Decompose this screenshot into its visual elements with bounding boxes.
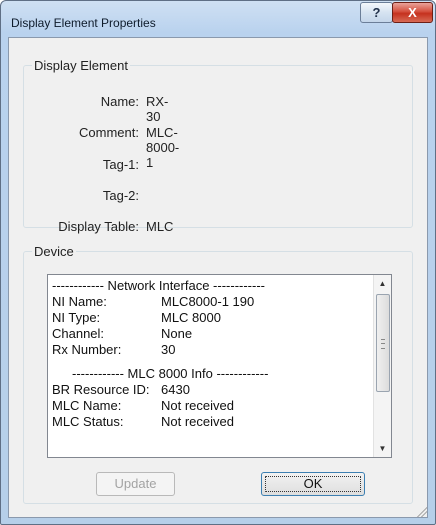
- resize-grip-icon[interactable]: [417, 507, 427, 517]
- rx-number-value: 30: [161, 342, 176, 357]
- scrollbar-thumb[interactable]: [376, 294, 390, 392]
- close-button[interactable]: X: [392, 2, 433, 23]
- channel-key: Channel:: [52, 326, 105, 341]
- dialog-window: Display Element Properties ? X Display E…: [0, 0, 436, 525]
- ni-type-value: MLC 8000: [161, 310, 221, 325]
- vertical-scrollbar[interactable]: ▲ ▼: [373, 275, 391, 457]
- mlc-name-value: Not received: [161, 398, 234, 413]
- tag2-label: Tag-2:: [102, 188, 139, 203]
- display-table-label: Display Table:: [58, 219, 139, 234]
- ni-name-key: NI Name:: [52, 294, 107, 309]
- scroll-down-arrow-icon[interactable]: ▼: [374, 440, 391, 457]
- list-item: NI Name: MLC8000-1 190: [52, 294, 366, 310]
- mlc-name-key: MLC Name:: [52, 398, 122, 413]
- name-label: Name:: [100, 94, 139, 109]
- window-title: Display Element Properties: [11, 16, 156, 30]
- ok-button-label: OK: [303, 476, 323, 491]
- display-element-legend: Display Element: [34, 58, 128, 73]
- list-item: MLC Status: Not received: [52, 414, 366, 430]
- br-resource-id-key: BR Resource ID:: [52, 382, 150, 397]
- update-button[interactable]: Update: [96, 472, 175, 496]
- list-item: BR Resource ID: 6430: [52, 382, 366, 398]
- title-bar[interactable]: Display Element Properties ? X: [1, 1, 435, 37]
- network-interface-header: ------------ Network Interface ---------…: [52, 278, 265, 293]
- help-button[interactable]: ?: [360, 2, 393, 23]
- comment-label: Comment:: [79, 125, 139, 140]
- device-info-lines: ------------ Network Interface ---------…: [52, 278, 366, 430]
- device-info-listbox[interactable]: ------------ Network Interface ---------…: [47, 274, 392, 458]
- device-legend: Device: [34, 244, 74, 259]
- list-item: Channel: None: [52, 326, 366, 342]
- br-resource-id-value: 6430: [161, 382, 190, 397]
- mlc-info-header: ------------ MLC 8000 Info ------------: [72, 366, 269, 381]
- channel-value: None: [161, 326, 193, 341]
- ok-button[interactable]: OK: [261, 472, 365, 496]
- mlc-status-value: Not received: [161, 414, 234, 429]
- rx-number-key: Rx Number:: [52, 342, 122, 357]
- list-item: Rx Number: 30: [52, 342, 366, 358]
- comment-value: MLC-8000-1: [146, 125, 180, 170]
- list-item: NI Type: MLC 8000: [52, 310, 366, 326]
- list-item: MLC Name: Not received: [52, 398, 366, 414]
- tag1-label: Tag-1:: [102, 157, 139, 172]
- scroll-up-arrow-icon[interactable]: ▲: [374, 275, 391, 292]
- name-value: RX-30: [146, 94, 169, 124]
- dialog-client-area: Display Element Name: RX-30 Comment: MLC…: [8, 37, 428, 518]
- close-icon: X: [408, 5, 417, 20]
- grip-icon: [381, 339, 385, 349]
- help-icon: ?: [372, 5, 381, 20]
- ni-name-value: MLC8000-1 190: [161, 294, 255, 309]
- mlc-status-key: MLC Status:: [52, 414, 124, 429]
- display-table-value: MLC: [146, 219, 174, 234]
- ni-type-key: NI Type:: [52, 310, 101, 325]
